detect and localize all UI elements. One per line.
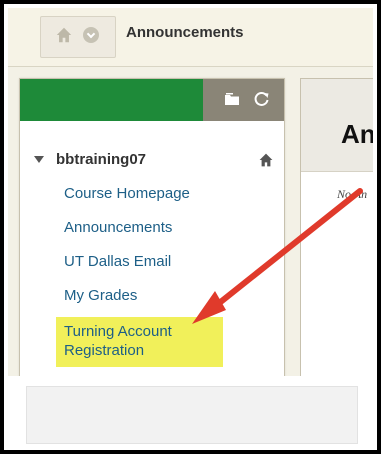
screenshot-frame: Announcements bbtraining07 Course Homepa… bbox=[0, 0, 381, 454]
content-title: An bbox=[341, 119, 373, 149]
blurred-box bbox=[26, 386, 358, 444]
course-menu-panel: bbtraining07 Course Homepage Announcemen… bbox=[19, 78, 285, 380]
menu-item-turning-account-registration[interactable]: Turning Account Registration bbox=[64, 322, 172, 360]
collapse-triangle-icon[interactable] bbox=[34, 156, 44, 163]
app-viewport: Announcements bbtraining07 Course Homepa… bbox=[8, 8, 373, 446]
menu-item-course-homepage[interactable]: Course Homepage bbox=[64, 185, 190, 202]
breadcrumb-home-button[interactable] bbox=[40, 16, 116, 58]
breadcrumb-bar: Announcements bbox=[8, 8, 373, 67]
chevron-down-icon[interactable] bbox=[83, 27, 99, 43]
menu-item-label-line2: Registration bbox=[64, 342, 145, 359]
breadcrumb-title: Announcements bbox=[126, 24, 244, 41]
content-header: An bbox=[301, 79, 373, 172]
content-panel: An No An bbox=[300, 78, 373, 380]
blurred-area bbox=[8, 376, 373, 446]
course-menu-header-bar bbox=[20, 79, 203, 121]
content-subtitle: No An bbox=[337, 187, 368, 201]
menu-item-my-grades[interactable]: My Grades bbox=[64, 287, 137, 304]
menu-item-label-line1: Turning Account bbox=[64, 323, 172, 340]
menu-item-ut-dallas-email[interactable]: UT Dallas Email bbox=[64, 253, 171, 270]
course-menu-tools bbox=[203, 79, 284, 121]
refresh-icon[interactable] bbox=[253, 90, 271, 108]
menu-item-announcements[interactable]: Announcements bbox=[64, 219, 172, 236]
home-icon[interactable] bbox=[258, 152, 274, 168]
course-title-row[interactable]: bbtraining07 bbox=[34, 151, 274, 171]
course-name: bbtraining07 bbox=[56, 151, 147, 168]
course-menu-header bbox=[20, 79, 284, 121]
home-icon bbox=[56, 27, 72, 43]
folder-icon[interactable] bbox=[223, 90, 241, 108]
